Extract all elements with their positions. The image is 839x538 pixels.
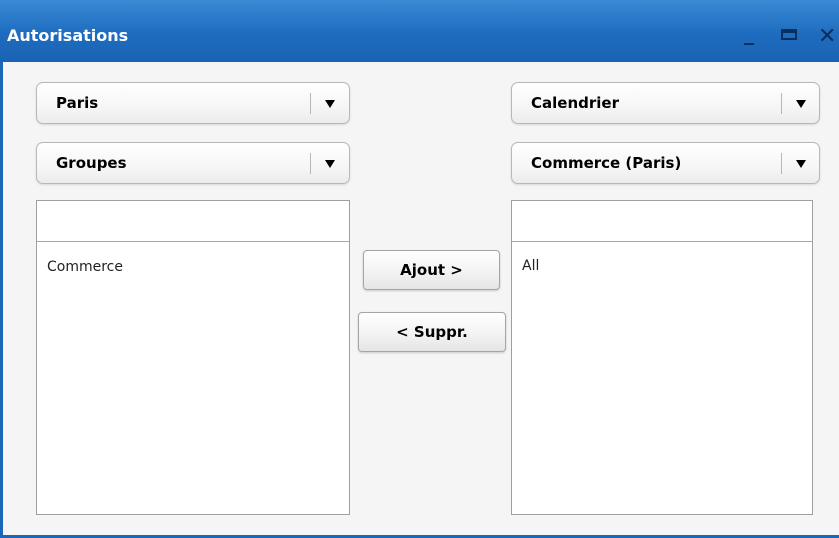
dropdown-divider xyxy=(310,93,311,114)
add-button[interactable]: Ajout > xyxy=(363,250,500,290)
chevron-down-icon[interactable] xyxy=(796,100,806,108)
target-select-value: Commerce (Paris) xyxy=(531,154,682,172)
location-select[interactable]: Paris xyxy=(36,82,350,124)
window-title: Autorisations xyxy=(7,26,129,45)
target-select[interactable]: Commerce (Paris) xyxy=(511,142,820,184)
available-groups-list[interactable]: Commerce xyxy=(36,200,350,515)
list-filter-header[interactable] xyxy=(37,201,349,242)
assigned-permissions-list[interactable]: All xyxy=(511,200,813,515)
resource-select-value: Calendrier xyxy=(531,94,619,112)
chevron-down-icon[interactable] xyxy=(796,160,806,168)
maximize-icon[interactable] xyxy=(781,29,797,40)
permissions-window: Autorisations _ ✕ Paris Groupes Commerce… xyxy=(0,0,839,538)
dropdown-divider xyxy=(310,153,311,174)
dropdown-divider xyxy=(781,93,782,114)
close-icon[interactable]: ✕ xyxy=(818,24,836,49)
list-item[interactable]: All xyxy=(522,258,539,274)
title-bar[interactable]: Autorisations _ ✕ xyxy=(0,0,839,62)
location-select-value: Paris xyxy=(56,94,99,112)
minimize-icon[interactable]: _ xyxy=(744,21,754,45)
list-item[interactable]: Commerce xyxy=(47,259,123,275)
list-filter-header[interactable] xyxy=(512,201,812,242)
type-select[interactable]: Groupes xyxy=(36,142,350,184)
chevron-down-icon[interactable] xyxy=(325,100,335,108)
remove-button[interactable]: < Suppr. xyxy=(358,312,506,352)
dropdown-divider xyxy=(781,153,782,174)
type-select-value: Groupes xyxy=(56,154,127,172)
resource-select[interactable]: Calendrier xyxy=(511,82,820,124)
chevron-down-icon[interactable] xyxy=(325,160,335,168)
